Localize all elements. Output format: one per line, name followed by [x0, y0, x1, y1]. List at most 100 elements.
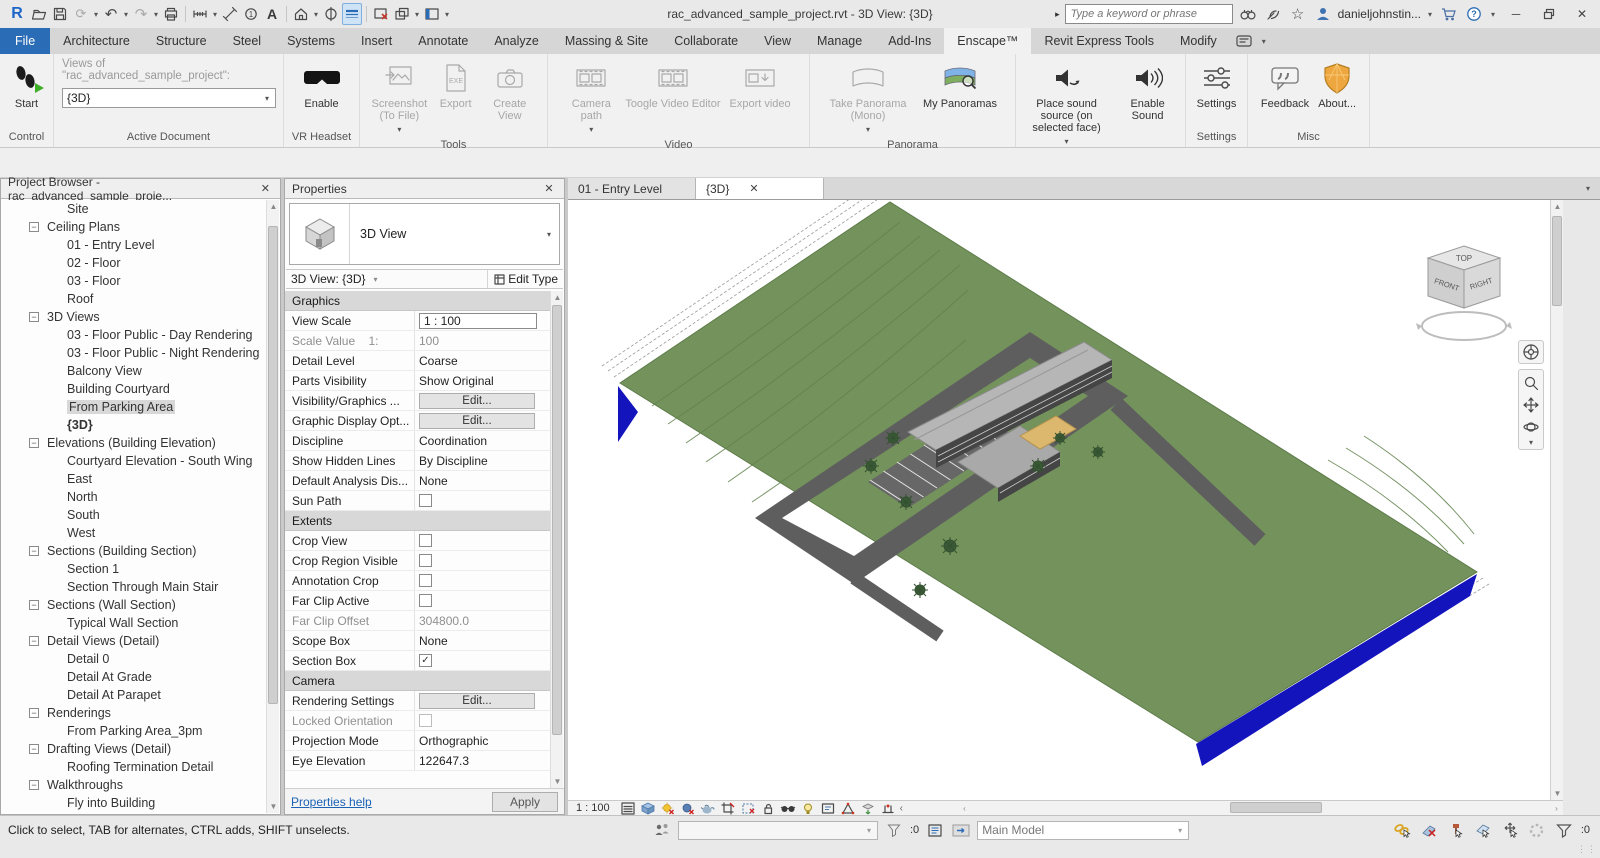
- editable-only-icon[interactable]: [925, 819, 945, 841]
- drag-elements-icon[interactable]: [1500, 819, 1520, 841]
- checkbox[interactable]: [419, 594, 432, 607]
- navbar-caret-icon[interactable]: [1527, 438, 1535, 447]
- tree-item[interactable]: From Parking Area_3pm: [1, 722, 266, 740]
- collapse-icon[interactable]: [29, 222, 39, 232]
- property-row[interactable]: Crop View: [285, 531, 550, 551]
- property-row[interactable]: Graphic Display Opt... Edit... Edit...: [285, 411, 550, 431]
- tree-item[interactable]: West: [1, 524, 266, 542]
- property-value[interactable]: 1 : 100 1 : 100: [415, 311, 550, 330]
- property-row[interactable]: Show Hidden Lines By Discipline By Disci…: [285, 451, 550, 471]
- tree-item[interactable]: From Parking Area: [1, 398, 266, 416]
- scroll-up-icon[interactable]: ▲: [1551, 200, 1564, 213]
- worksets-icon[interactable]: [652, 819, 672, 841]
- ribbon-tab[interactable]: Analyze: [481, 28, 551, 54]
- active-workset-select[interactable]: [678, 821, 878, 840]
- collapse-icon[interactable]: [29, 312, 39, 322]
- instance-selector[interactable]: 3D View: {3D} Edit Type: [286, 269, 563, 289]
- instance-caret-icon[interactable]: [372, 275, 380, 284]
- tree-item[interactable]: 01 - Entry Level: [1, 236, 266, 254]
- property-row[interactable]: Discipline Coordination Coordination: [285, 431, 550, 451]
- revit-logo-icon[interactable]: R: [6, 5, 28, 23]
- save-icon[interactable]: [50, 3, 70, 25]
- property-value[interactable]: [415, 591, 550, 610]
- search-icon[interactable]: [1238, 3, 1258, 25]
- ribbon-tab[interactable]: Enscape™: [944, 28, 1031, 54]
- property-row[interactable]: Locked Orientation: [285, 711, 550, 731]
- highlight-displacement-sets-icon[interactable]: [860, 801, 876, 815]
- measure-icon[interactable]: [190, 3, 210, 25]
- property-value[interactable]: Edit... Edit...: [415, 391, 550, 410]
- print-icon[interactable]: [161, 3, 181, 25]
- tree-item[interactable]: 03 - Floor: [1, 272, 266, 290]
- property-value[interactable]: Edit... Edit...: [415, 411, 550, 430]
- close-hidden-windows-icon[interactable]: [371, 3, 391, 25]
- user-caret-icon[interactable]: [1426, 10, 1434, 19]
- property-row[interactable]: Far Clip Active: [285, 591, 550, 611]
- property-row[interactable]: Parts Visibility Show Original Show Orig…: [285, 371, 550, 391]
- property-value[interactable]: None None: [415, 631, 550, 650]
- scroll-thumb[interactable]: [1230, 802, 1322, 813]
- property-value[interactable]: [415, 491, 550, 510]
- open-icon[interactable]: [29, 3, 49, 25]
- sun-path-icon[interactable]: [660, 801, 676, 815]
- switch-windows-caret-icon[interactable]: [413, 10, 421, 19]
- ribbon-tab[interactable]: Collaborate: [661, 28, 751, 54]
- collapse-icon[interactable]: [29, 600, 39, 610]
- checkbox[interactable]: [419, 574, 432, 587]
- view-tab[interactable]: {3D} ✕: [696, 178, 824, 199]
- ribbon-tab[interactable]: File: [0, 28, 50, 54]
- place-sound-source-button[interactable]: Place sound source (on selected face): [1021, 58, 1112, 150]
- filter-worksets-icon[interactable]: [884, 819, 904, 841]
- create-view-button[interactable]: Create View: [478, 58, 543, 138]
- orbit-icon[interactable]: [1521, 416, 1541, 438]
- temporary-hide-isolate-icon[interactable]: [780, 801, 796, 815]
- steering-wheel-button[interactable]: [1518, 340, 1544, 364]
- type-selector-caret-icon[interactable]: [545, 230, 553, 239]
- tree-item[interactable]: 02 - Floor: [1, 254, 266, 272]
- tree-item[interactable]: South: [1, 506, 266, 524]
- property-row[interactable]: Rendering Settings Edit... Edit...: [285, 691, 550, 711]
- export-video-button[interactable]: Export video: [727, 58, 794, 138]
- resize-grip[interactable]: ⋮⋮: [1577, 844, 1597, 855]
- checkbox[interactable]: [419, 534, 432, 547]
- tag-icon[interactable]: 1: [241, 3, 261, 25]
- take-panorama-button[interactable]: Take Panorama (Mono): [822, 58, 914, 138]
- aligned-dimension-icon[interactable]: [220, 3, 240, 25]
- temporary-view-properties-icon[interactable]: [820, 801, 836, 815]
- tree-item[interactable]: {3D}: [1, 416, 266, 434]
- close-button[interactable]: ✕: [1568, 2, 1596, 26]
- collapse-icon[interactable]: [29, 780, 39, 790]
- undo-icon[interactable]: ↶: [101, 3, 121, 25]
- restore-button[interactable]: [1535, 2, 1563, 26]
- scroll-down-icon[interactable]: ▼: [267, 800, 280, 813]
- enable-sound-button[interactable]: Enable Sound: [1115, 58, 1180, 150]
- checkbox[interactable]: [419, 494, 432, 507]
- canvas-horizontal-scrollbar[interactable]: ‹ ›: [958, 801, 1563, 815]
- screenshot-button[interactable]: Screenshot (To File): [365, 58, 434, 138]
- select-pinned-icon[interactable]: [1446, 819, 1466, 841]
- water-edge-left[interactable]: [618, 386, 638, 442]
- edit-type-button[interactable]: Edit Type: [487, 270, 558, 288]
- tree-item[interactable]: Ceiling Plans: [1, 218, 266, 236]
- properties-help-link[interactable]: Properties help: [291, 795, 372, 809]
- ribbon-tab[interactable]: Systems: [274, 28, 348, 54]
- sync-caret-icon[interactable]: [92, 10, 100, 19]
- checkbox[interactable]: [419, 654, 432, 667]
- ribbon-tab[interactable]: Add-Ins: [875, 28, 944, 54]
- property-row[interactable]: Visibility/Graphics ... Edit... Edit...: [285, 391, 550, 411]
- reveal-constraints-icon[interactable]: [880, 801, 896, 815]
- pan-icon[interactable]: [1521, 394, 1541, 416]
- tree-item[interactable]: Sections (Wall Section): [1, 596, 266, 614]
- tree-item[interactable]: Typical Wall Section: [1, 614, 266, 632]
- select-links-icon[interactable]: [1392, 819, 1412, 841]
- qat-customize-caret-icon[interactable]: [443, 10, 451, 19]
- measure-caret-icon[interactable]: [211, 10, 219, 19]
- edit-button[interactable]: Edit...: [419, 393, 535, 409]
- scroll-up-icon[interactable]: ▲: [551, 291, 564, 304]
- user-avatar-icon[interactable]: [1313, 3, 1333, 25]
- select-elements-by-face-icon[interactable]: [1473, 819, 1493, 841]
- collapse-icon[interactable]: [29, 546, 39, 556]
- settings-button[interactable]: Settings: [1194, 58, 1240, 130]
- checkbox[interactable]: [419, 714, 432, 727]
- undo-caret-icon[interactable]: [122, 10, 130, 19]
